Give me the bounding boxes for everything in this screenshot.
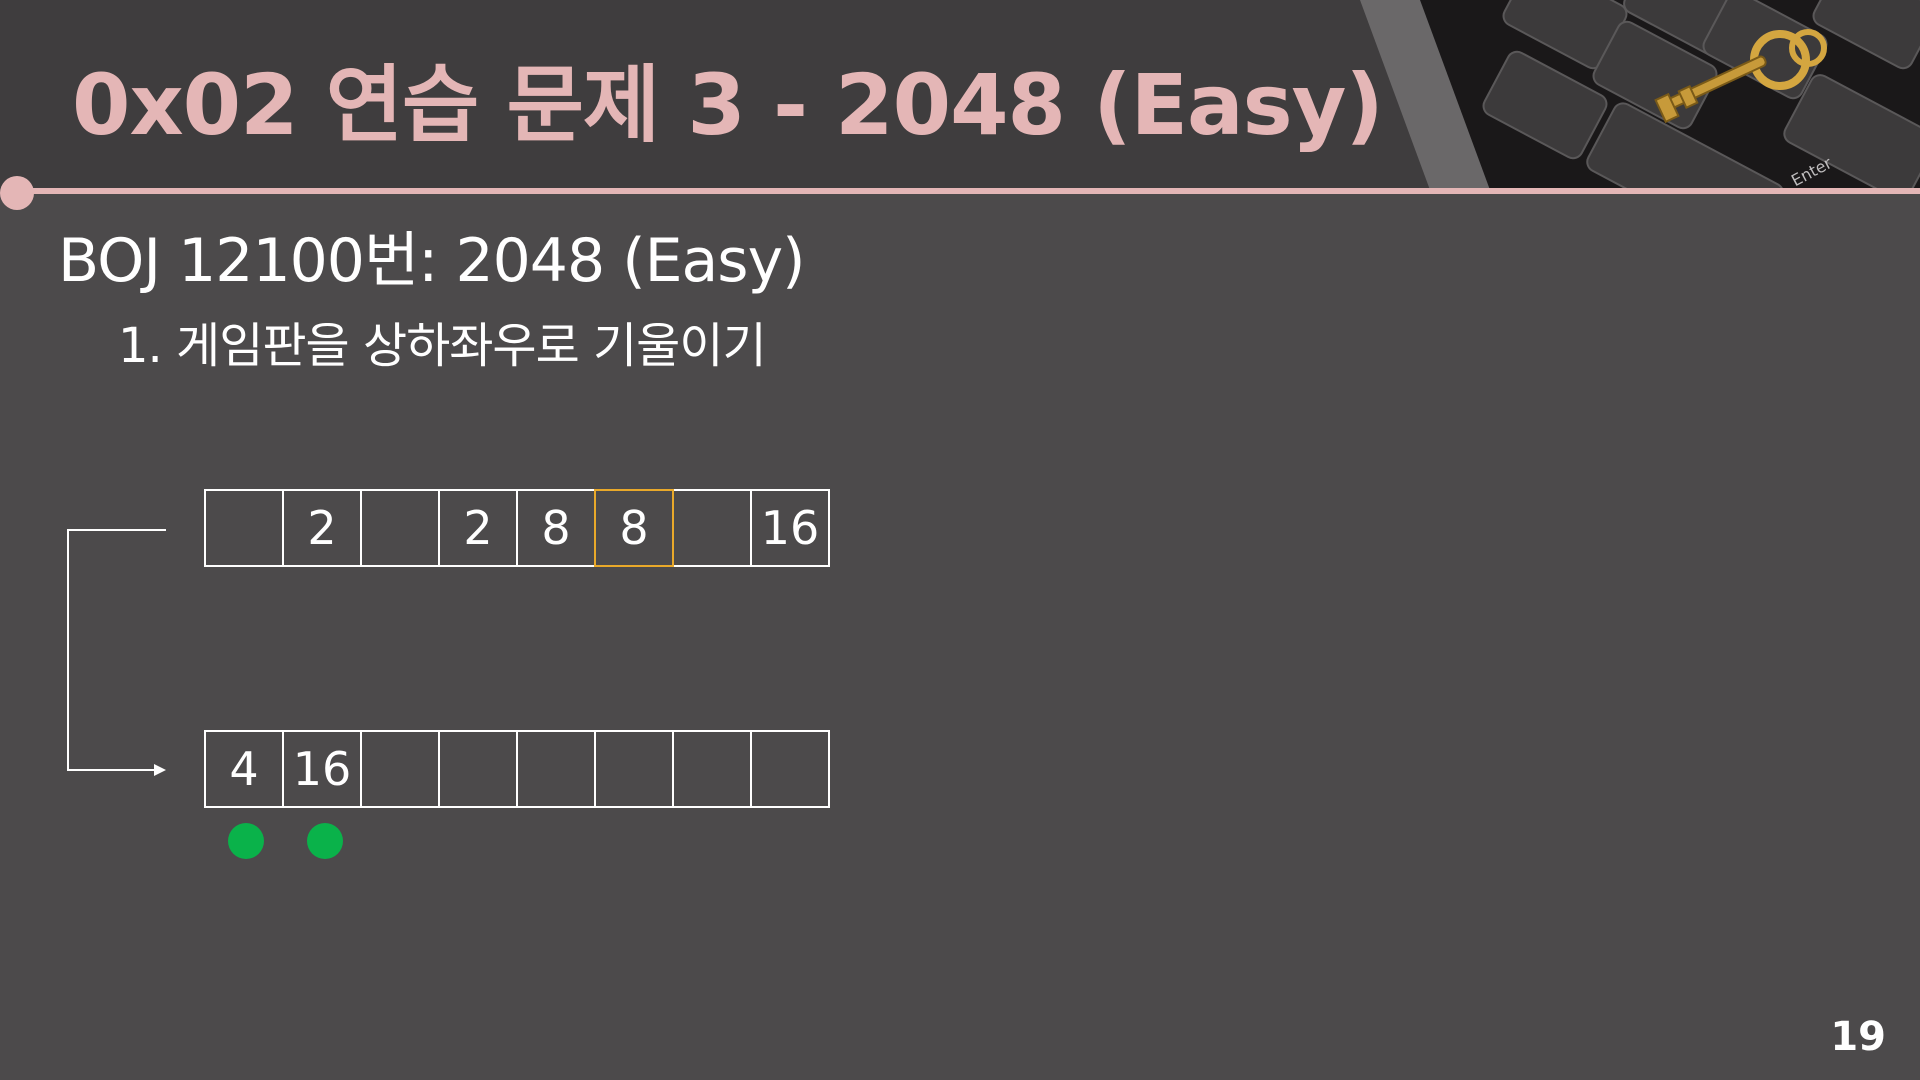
before-cell: 2 [438,489,518,567]
after-cell [516,730,596,808]
merge-marker-dot [228,823,264,859]
tilt-arrow [67,529,166,776]
merge-marker-dot [307,823,343,859]
header-divider [18,188,1920,194]
before-cell: 16 [750,489,830,567]
step-bullet: 1. 게임판을 상하좌우로 기울이기 [118,318,767,374]
slide-title: 0x02 연습 문제 3 - 2048 (Easy) [72,56,1384,154]
after-cell [750,730,830,808]
slide-header: 0x02 연습 문제 3 - 2048 (Easy) Enter [0,0,1920,190]
after-cell [360,730,440,808]
divider-dot [0,176,34,210]
before-cell-highlighted: 8 [594,489,674,567]
page-number: 19 [1830,1014,1886,1060]
after-cell: 4 [204,730,284,808]
before-cell [204,489,284,567]
problem-heading: BOJ 12100번: 2048 (Easy) [58,226,805,296]
after-cell [594,730,674,808]
key-on-keyboard-enter-image: Enter [1360,0,1920,190]
before-cell [360,489,440,567]
after-cell: 16 [282,730,362,808]
after-cell [438,730,518,808]
board-row-before: 2 2 8 8 16 [204,489,830,567]
before-cell [672,489,752,567]
board-row-after: 4 16 [204,730,830,808]
before-cell: 8 [516,489,596,567]
before-cell: 2 [282,489,362,567]
after-cell [672,730,752,808]
